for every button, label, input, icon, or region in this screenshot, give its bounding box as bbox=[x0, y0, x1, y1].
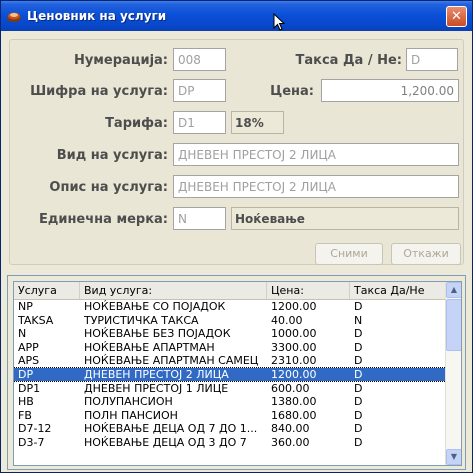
cell-type: НОЌЕВАЊЕ АПАРТМАН bbox=[84, 340, 215, 354]
cell-type: НОЌЕВАЊЕ БЕЗ ПОЈАДОК bbox=[84, 327, 231, 341]
close-icon: ✕ bbox=[451, 9, 462, 24]
table-row[interactable]: D7-12 НОЌЕВАЊЕ ДЕЦА ОД 7 ДО 1... 840.00 D bbox=[14, 422, 446, 435]
chevron-up-icon: ▲ bbox=[450, 285, 458, 294]
cell-price: 1200.00 bbox=[271, 300, 317, 313]
service-form-panel: Нумерација: 008 Такса Да / Не: D Шифра н… bbox=[9, 39, 464, 265]
cell-service: DP1 bbox=[18, 381, 41, 395]
cell-type: ТУРИСТИЧКА ТАКСА bbox=[84, 313, 199, 327]
opis-field[interactable]: ДНЕВЕН ПРЕСТОЈ 2 ЛИЦА bbox=[173, 175, 459, 198]
cancel-button[interactable]: Откажи bbox=[391, 243, 461, 265]
numeracija-label: Нумерација: bbox=[73, 53, 168, 68]
taksa-field[interactable]: D bbox=[406, 48, 458, 71]
cell-type: ПОЛУПАНСИОН bbox=[84, 395, 173, 409]
opis-label: Опис на услуга: bbox=[49, 180, 168, 195]
table-row[interactable]: APP НОЌЕВАЊЕ АПАРТМАН 3300.00 D bbox=[14, 341, 446, 354]
cell-price: 1000.00 bbox=[271, 327, 317, 341]
app-icon bbox=[7, 12, 21, 22]
window-title: Ценовник на услуги bbox=[27, 9, 167, 23]
table-row[interactable]: APS НОЌЕВАЊЕ АПАРТМАН САМЕЦ 2310.00 D bbox=[14, 354, 446, 367]
cell-tax: D bbox=[354, 340, 363, 354]
cell-type: ПОЛН ПАНСИОН bbox=[84, 408, 178, 422]
grid-header: Услуга Вид услуга: Цена: Такса Да/Не bbox=[14, 282, 446, 300]
table-row[interactable]: D3-7 НОЌЕВАЊЕ ДЕЦА ОД 3 ДО 7 360.00 D bbox=[14, 436, 446, 449]
column-header-service[interactable]: Услуга bbox=[14, 282, 80, 299]
cell-tax: D bbox=[354, 327, 363, 341]
titlebar[interactable]: Ценовник на услуги ✕ bbox=[1, 1, 472, 31]
cell-service: N bbox=[18, 327, 27, 341]
table-row[interactable]: FB ПОЛН ПАНСИОН 1680.00 D bbox=[14, 409, 446, 422]
merka-label: Единечна мерка: bbox=[38, 212, 168, 227]
sifra-field[interactable]: DP bbox=[173, 79, 226, 102]
cell-tax: D bbox=[354, 354, 363, 368]
service-price-list-window: Ценовник на услуги ✕ Нумерација: 008 Так… bbox=[0, 0, 473, 473]
cell-type: ДНЕВЕН ПРЕСТОЈ 1 ЛИЦЕ bbox=[84, 381, 229, 395]
cena-label: Цена: bbox=[270, 84, 314, 99]
cell-tax: D bbox=[354, 381, 363, 395]
tarifa-field[interactable]: D1 bbox=[173, 111, 226, 134]
service-list-panel: Услуга Вид услуга: Цена: Такса Да/Не NP Н… bbox=[7, 275, 466, 470]
cell-price: 1680.00 bbox=[271, 408, 317, 422]
cell-price: 2310.00 bbox=[271, 354, 317, 368]
client-area: Нумерација: 008 Такса Да / Не: D Шифра н… bbox=[4, 31, 469, 471]
numeracija-field[interactable]: 008 bbox=[173, 48, 226, 71]
cell-service: APP bbox=[18, 340, 39, 354]
column-header-tax[interactable]: Такса Да/Не bbox=[350, 282, 446, 299]
cell-service: DP bbox=[18, 368, 34, 381]
cell-price: 360.00 bbox=[271, 436, 310, 449]
merka-name: Ноќевање bbox=[231, 207, 459, 230]
taksa-label: Такса Да / Не: bbox=[295, 53, 402, 68]
table-row[interactable]: TAKSA ТУРИСТИЧКА ТАКСА 40.00 N bbox=[14, 314, 446, 327]
cell-tax: N bbox=[354, 313, 363, 327]
column-header-price[interactable]: Цена: bbox=[267, 282, 350, 299]
cell-service: D3-7 bbox=[18, 436, 45, 449]
scroll-thumb[interactable] bbox=[446, 299, 461, 351]
table-row[interactable]: NP НОЌЕВАЊЕ СО ПОЈАДОК 1200.00 D bbox=[14, 300, 446, 313]
cell-type: НОЌЕВАЊЕ СО ПОЈАДОК bbox=[84, 300, 226, 313]
table-row[interactable]: DP ДНЕВЕН ПРЕСТОЈ 2 ЛИЦА 1200.00 D bbox=[14, 367, 447, 382]
cell-service: TAKSA bbox=[18, 313, 54, 327]
cell-price: 840.00 bbox=[271, 422, 310, 436]
cell-price: 1200.00 bbox=[271, 368, 317, 381]
scroll-down-button[interactable]: ▼ bbox=[446, 449, 461, 465]
vid-field[interactable]: ДНЕВЕН ПРЕСТОЈ 2 ЛИЦА bbox=[173, 143, 459, 166]
cell-tax: D bbox=[354, 395, 363, 409]
table-row[interactable]: N НОЌЕВАЊЕ БЕЗ ПОЈАДОК 1000.00 D bbox=[14, 327, 446, 340]
close-button[interactable]: ✕ bbox=[446, 6, 467, 27]
vid-label: Вид на услуга: bbox=[56, 148, 168, 163]
save-button[interactable]: Сними bbox=[315, 243, 383, 265]
cell-tax: D bbox=[354, 408, 363, 422]
cell-price: 1380.00 bbox=[271, 395, 317, 409]
tarifa-percent: 18% bbox=[231, 111, 284, 134]
cell-price: 600.00 bbox=[271, 381, 310, 395]
cell-type: НОЌЕВАЊЕ ДЕЦА ОД 3 ДО 7 bbox=[84, 436, 247, 449]
service-list-grid[interactable]: Услуга Вид услуга: Цена: Такса Да/Не NP Н… bbox=[13, 281, 462, 466]
sifra-label: Шифра на услуга: bbox=[30, 84, 168, 99]
cell-price: 3300.00 bbox=[271, 340, 317, 354]
vertical-scrollbar[interactable]: ▲ ▼ bbox=[445, 282, 461, 465]
cell-service: HB bbox=[18, 395, 34, 409]
tarifa-label: Тарифа: bbox=[105, 116, 168, 131]
cell-tax: D bbox=[354, 422, 363, 436]
cell-type: НОЌЕВАЊЕ АПАРТМАН САМЕЦ bbox=[84, 354, 259, 368]
mouse-cursor-icon bbox=[273, 13, 285, 31]
table-row[interactable]: HB ПОЛУПАНСИОН 1380.00 D bbox=[14, 395, 446, 408]
column-header-type[interactable]: Вид услуга: bbox=[80, 282, 267, 299]
cell-service: NP bbox=[18, 300, 33, 313]
cell-type: НОЌЕВАЊЕ ДЕЦА ОД 7 ДО 1... bbox=[84, 422, 258, 436]
cell-price: 40.00 bbox=[271, 313, 303, 327]
cell-tax: D bbox=[354, 368, 363, 381]
scroll-up-button[interactable]: ▲ bbox=[446, 282, 461, 298]
cell-type: ДНЕВЕН ПРЕСТОЈ 2 ЛИЦА bbox=[84, 368, 229, 381]
cell-tax: D bbox=[354, 436, 363, 449]
cena-field[interactable]: 1,200.00 bbox=[321, 79, 459, 102]
cell-service: APS bbox=[18, 354, 40, 368]
merka-field[interactable]: N bbox=[173, 207, 226, 230]
cell-service: D7-12 bbox=[18, 422, 52, 436]
cell-tax: D bbox=[354, 300, 363, 313]
cell-service: FB bbox=[18, 408, 32, 422]
chevron-down-icon: ▼ bbox=[450, 452, 458, 461]
table-row[interactable]: DP1 ДНЕВЕН ПРЕСТОЈ 1 ЛИЦЕ 600.00 D bbox=[14, 382, 446, 395]
